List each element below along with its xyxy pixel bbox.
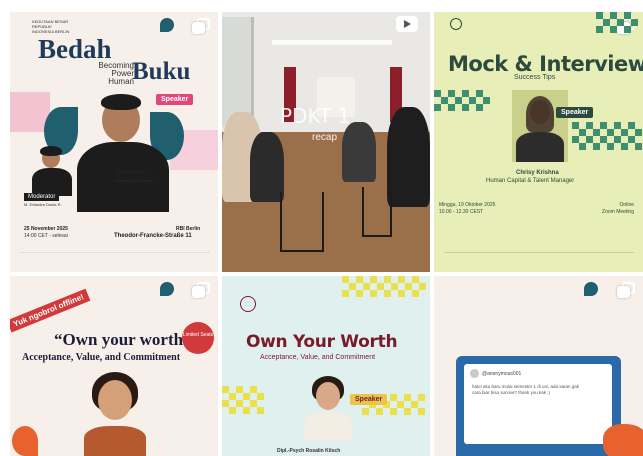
speaker-photo <box>302 376 354 440</box>
photo-chair <box>362 187 392 237</box>
speaker-name: Tyo Guritno <box>114 170 148 176</box>
post-tag: Yuk ngobrol offline! <box>10 288 91 333</box>
carousel-icon <box>192 282 210 298</box>
post-bedah-buku[interactable]: KEDUTAAN BESAR REPUBLIK INDONESIA BERLIN… <box>10 12 218 272</box>
speaker-badge: Speaker <box>156 94 194 105</box>
post-title: Mock & Interview <box>448 52 643 76</box>
speaker-badge: Speaker <box>556 107 594 118</box>
moderator-name: M. Erfandra Dunia R. <box>24 202 62 207</box>
carousel-icon <box>192 18 210 34</box>
question-username: @anonymous001 <box>482 371 522 377</box>
photo-person <box>342 122 376 182</box>
sponsor-logos-row <box>444 252 634 260</box>
post-anonymous-question[interactable]: @anonymous001 halo! aku baru mulai semes… <box>434 276 643 456</box>
photo-window <box>222 17 254 127</box>
reel-overlay-title: PDKT 1 <box>280 104 351 128</box>
post-pdkt-recap-reel[interactable]: PDKT 1 recap <box>222 12 430 272</box>
post-title: Own Your Worth <box>246 332 398 352</box>
speaker-name: Chrisy Krishna <box>516 170 559 176</box>
speaker-photo <box>512 90 568 162</box>
question-message: halo! aku baru mulai semester 1 di uni, … <box>472 384 580 395</box>
limited-seats-seal: Limited Seats <box>182 322 214 354</box>
decor-checker <box>222 386 264 414</box>
post-subtitle: Becoming Power Human <box>98 61 134 86</box>
decor-orange-shape <box>12 426 38 456</box>
event-venue: RBI Berlin <box>176 226 201 232</box>
question-card: @anonymous001 halo! aku baru mulai semes… <box>464 364 612 444</box>
post-mock-interview[interactable]: Mock & Interview Success Tips Speaker Ch… <box>434 12 643 272</box>
event-location: Online Zoom Meeting <box>602 202 634 215</box>
event-date: 25 November 2025 <box>24 226 68 232</box>
logo-shape <box>160 18 174 32</box>
reel-overlay-subtitle: recap <box>312 132 338 143</box>
moderator-photo <box>30 144 74 196</box>
profile-post-grid: KEDUTAAN BESAR REPUBLIK INDONESIA BERLIN… <box>0 0 643 456</box>
photo-chair <box>280 192 324 252</box>
event-date: Minggu, 19 Oktober 2025 10.00 - 12.30 CES… <box>439 202 496 215</box>
avatar <box>470 369 479 378</box>
org-name: KEDUTAAN BESAR REPUBLIK INDONESIA BERLIN <box>32 19 70 34</box>
laptop-illustration: @anonymous001 halo! aku baru mulai semes… <box>456 356 621 456</box>
post-own-your-worth[interactable]: Own Your Worth Acceptance, Value, and Co… <box>222 276 430 456</box>
logo-shape <box>160 282 174 296</box>
post-own-your-worth-offline[interactable]: Yuk ngobrol offline! “Own your worth” Li… <box>10 276 218 456</box>
decor-checker <box>572 122 642 150</box>
photo-ceiling-light <box>272 40 392 45</box>
speaker-role: Human Capital & Talent Manager <box>486 178 575 184</box>
embassy-logo <box>240 296 256 312</box>
decor-checker <box>596 12 638 33</box>
event-time: 14:00 CET - selesai <box>24 233 68 239</box>
post-subtitle: Success Tips <box>514 74 556 81</box>
photo-person <box>250 132 284 202</box>
speaker-photo <box>72 90 172 212</box>
embassy-logo <box>450 18 462 30</box>
carousel-icon <box>617 282 635 298</box>
decor-orange-hand <box>603 424 643 456</box>
event-address: Theodor-Francke-Straße 11 <box>114 233 192 239</box>
sponsor-logos-row <box>20 252 210 260</box>
post-subtitle: Acceptance, Value, and Commitment <box>22 352 181 363</box>
photo-person <box>387 107 430 207</box>
speaker-photo <box>82 372 148 456</box>
post-title-buku: Buku <box>132 58 191 85</box>
speaker-role: Penulis & CEO Praxis <box>114 178 153 183</box>
decor-checker <box>342 276 426 297</box>
logo-shape <box>584 282 598 296</box>
post-subtitle: Acceptance, Value, and Commitment <box>260 354 376 361</box>
post-title: “Own your worth” <box>54 330 192 349</box>
reel-icon <box>396 16 418 32</box>
speaker-name: Dipl.-Psych Rosalin Kitsch <box>277 448 341 454</box>
speaker-badge: Speaker <box>350 394 388 405</box>
moderator-badge: Moderator <box>24 193 60 201</box>
decor-checker <box>434 90 490 111</box>
